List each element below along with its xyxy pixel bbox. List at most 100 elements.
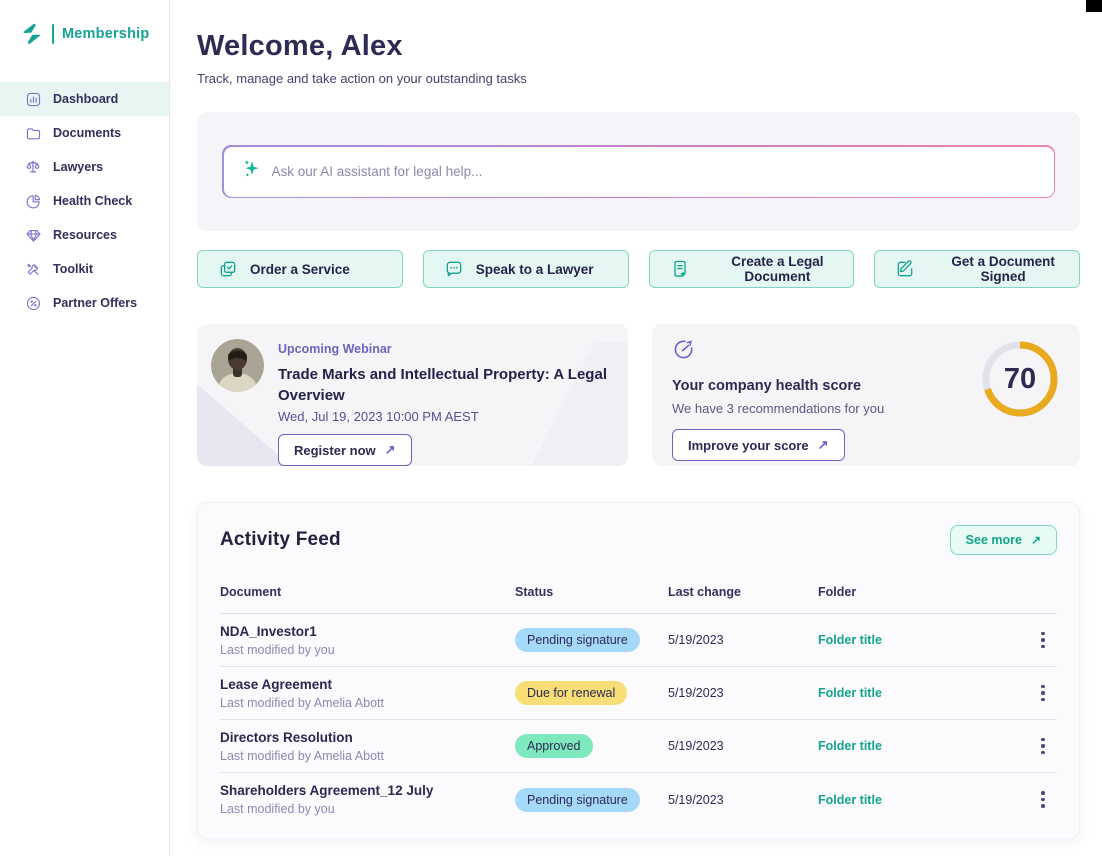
- documents-icon: [24, 124, 42, 142]
- quick-action-label: Create a Legal Document: [702, 254, 854, 284]
- document-cell[interactable]: Shareholders Agreement_12 July Last modi…: [220, 783, 515, 816]
- table-row: NDA_Investor1 Last modified by you Pendi…: [220, 614, 1057, 667]
- quick-action-create-a-legal-document-button[interactable]: Create a Legal Document: [649, 250, 855, 288]
- column-header-document: Document: [220, 585, 515, 599]
- health-check-icon: [24, 192, 42, 210]
- sidebar-item-documents[interactable]: Documents: [0, 116, 169, 150]
- sidebar-item-label: Partner Offers: [53, 296, 137, 310]
- quick-action-label: Get a Document Signed: [927, 254, 1079, 284]
- health-score-card: Your company health score We have 3 reco…: [652, 324, 1080, 466]
- partner-offers-icon: [24, 294, 42, 312]
- arrow-up-right-icon: ↗: [1031, 533, 1041, 547]
- document-plus-icon: [670, 259, 690, 279]
- quick-action-label: Speak to a Lawyer: [476, 262, 594, 277]
- sidebar-item-label: Health Check: [53, 194, 132, 208]
- table-header: Document Status Last change Folder: [220, 585, 1057, 614]
- row-menu-kebab-icon[interactable]: [1029, 734, 1057, 759]
- register-now-button[interactable]: Register now ↗: [278, 434, 412, 466]
- dashboard-icon: [24, 90, 42, 108]
- row-menu-kebab-icon[interactable]: [1029, 681, 1057, 706]
- main-content: Welcome, Alex Track, manage and take act…: [170, 0, 1102, 856]
- brand-name: Membership: [62, 26, 149, 42]
- document-cell[interactable]: Directors Resolution Last modified by Am…: [220, 730, 515, 763]
- sidebar-nav: Dashboard Documents Lawyers Health Check Res…: [0, 82, 169, 320]
- activity-feed-header: Activity Feed See more ↗: [220, 525, 1057, 555]
- sidebar-item-label: Dashboard: [53, 92, 118, 106]
- gauge-icon: [672, 348, 695, 365]
- status-badge: Due for renewal: [515, 681, 627, 705]
- see-more-button[interactable]: See more ↗: [950, 525, 1057, 555]
- table-row: Directors Resolution Last modified by Am…: [220, 720, 1057, 773]
- status-badge: Pending signature: [515, 628, 640, 652]
- sidebar-item-label: Resources: [53, 228, 117, 242]
- column-header-folder: Folder: [818, 585, 1029, 599]
- health-score-ring: 70: [980, 339, 1060, 419]
- document-title: Directors Resolution: [220, 730, 515, 745]
- webinar-speaker-avatar: [211, 339, 264, 392]
- folder-link[interactable]: Folder title: [818, 793, 1029, 807]
- app-root: Membership Dashboard Documents Lawyers Heal…: [0, 0, 1102, 856]
- sidebar-item-lawyers[interactable]: Lawyers: [0, 150, 169, 184]
- sidebar-item-partner-offers[interactable]: Partner Offers: [0, 286, 169, 320]
- table-row: Shareholders Agreement_12 July Last modi…: [220, 773, 1057, 826]
- toolkit-icon: [24, 260, 42, 278]
- sidebar-item-label: Toolkit: [53, 262, 93, 276]
- resources-icon: [24, 226, 42, 244]
- brand-logo-icon: [20, 23, 44, 45]
- row-menu-kebab-icon[interactable]: [1029, 787, 1057, 812]
- sidebar-item-label: Lawyers: [53, 160, 103, 174]
- quick-action-label: Order a Service: [250, 262, 350, 277]
- folder-link[interactable]: Folder title: [818, 633, 1029, 647]
- quick-action-order-a-service-button[interactable]: Order a Service: [197, 250, 403, 288]
- brand[interactable]: Membership: [0, 22, 169, 46]
- signature-icon: [895, 259, 915, 279]
- chat-icon: [444, 259, 464, 279]
- last-change-date: 5/19/2023: [668, 793, 818, 807]
- ai-input-wrapper: [222, 145, 1055, 198]
- row-menu-kebab-icon[interactable]: [1029, 628, 1057, 653]
- lawyers-icon: [24, 158, 42, 176]
- document-title: Shareholders Agreement_12 July: [220, 783, 515, 798]
- quick-action-speak-to-a-lawyer-button[interactable]: Speak to a Lawyer: [423, 250, 629, 288]
- document-title: Lease Agreement: [220, 677, 515, 692]
- status-badge: Pending signature: [515, 788, 640, 812]
- sidebar-item-label: Documents: [53, 126, 121, 140]
- webinar-card: Upcoming Webinar Trade Marks and Intelle…: [197, 324, 628, 466]
- last-change-date: 5/19/2023: [668, 686, 818, 700]
- ai-input-box: [224, 147, 1054, 197]
- screenshot-artifact: [1086, 0, 1102, 12]
- sidebar-item-health-check[interactable]: Health Check: [0, 184, 169, 218]
- folder-link[interactable]: Folder title: [818, 686, 1029, 700]
- ai-assistant-panel: [197, 112, 1080, 231]
- brand-divider: [52, 24, 54, 44]
- quick-actions: Order a Service Speak to a Lawyer Create a…: [197, 250, 1080, 288]
- improve-score-button[interactable]: Improve your score ↗: [672, 429, 845, 461]
- page-subtitle: Track, manage and take action on your ou…: [197, 71, 1080, 86]
- activity-feed-title: Activity Feed: [220, 529, 341, 551]
- document-modified-by: Last modified by Amelia Abott: [220, 749, 515, 763]
- health-score-value: 70: [980, 339, 1060, 419]
- webinar-title: Trade Marks and Intellectual Property: A…: [278, 364, 614, 406]
- folder-link[interactable]: Folder title: [818, 739, 1029, 753]
- document-title: NDA_Investor1: [220, 624, 515, 639]
- webinar-datetime: Wed, Jul 19, 2023 10:00 PM AEST: [278, 409, 614, 424]
- sidebar-item-dashboard[interactable]: Dashboard: [0, 82, 169, 116]
- sidebar-item-resources[interactable]: Resources: [0, 218, 169, 252]
- document-cell[interactable]: NDA_Investor1 Last modified by you: [220, 624, 515, 657]
- register-now-label: Register now: [294, 443, 376, 458]
- arrow-up-right-icon: ↗: [818, 437, 829, 453]
- document-cell[interactable]: Lease Agreement Last modified by Amelia …: [220, 677, 515, 710]
- arrow-up-right-icon: ↗: [385, 442, 396, 458]
- document-modified-by: Last modified by Amelia Abott: [220, 696, 515, 710]
- last-change-date: 5/19/2023: [668, 633, 818, 647]
- document-modified-by: Last modified by you: [220, 802, 515, 816]
- column-header-last-change: Last change: [668, 585, 818, 599]
- sidebar-item-toolkit[interactable]: Toolkit: [0, 252, 169, 286]
- ai-assistant-input[interactable]: [272, 164, 1036, 179]
- sparkle-icon: [242, 159, 262, 184]
- quick-action-get-a-document-signed-button[interactable]: Get a Document Signed: [874, 250, 1080, 288]
- table-row: Lease Agreement Last modified by Amelia …: [220, 667, 1057, 720]
- see-more-label: See more: [966, 533, 1022, 547]
- table-body: NDA_Investor1 Last modified by you Pendi…: [220, 614, 1057, 826]
- column-header-status: Status: [515, 585, 668, 599]
